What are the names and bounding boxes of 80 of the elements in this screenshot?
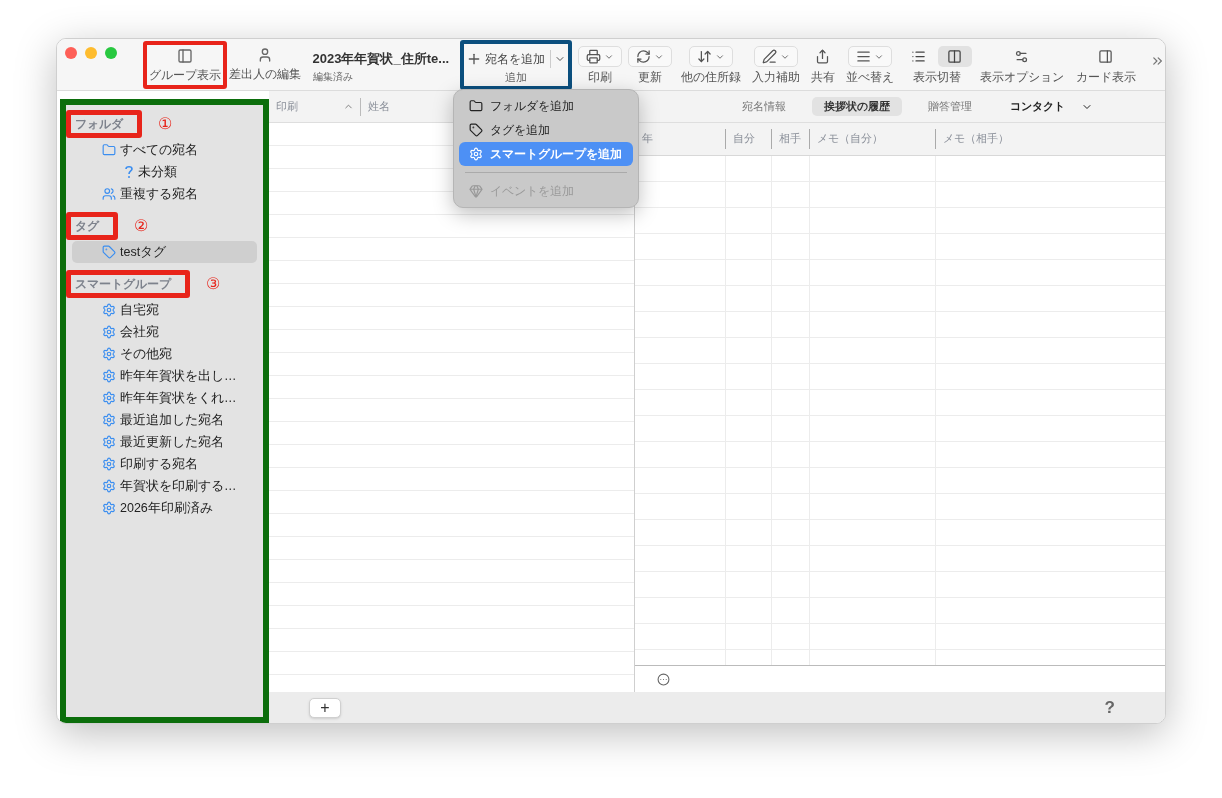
share-icon: [815, 49, 831, 64]
sidebar-item[interactable]: すべての宛名: [72, 139, 257, 161]
gear-icon: [102, 413, 116, 427]
tab[interactable]: 宛名情報: [730, 97, 798, 116]
tab[interactable]: 贈答管理: [916, 97, 984, 116]
folder-icon: [469, 99, 483, 113]
more-icon[interactable]: [657, 672, 670, 686]
toolbar-dropdown[interactable]: [753, 46, 798, 67]
section-header: スマートグループ: [75, 276, 171, 293]
sidebar-item[interactable]: 自宅宛: [72, 299, 257, 321]
toolbar-button[interactable]: 差出人の編集: [227, 39, 303, 83]
callout-number: ②: [134, 216, 148, 236]
sort-arrows-icon: [696, 49, 712, 64]
help-button[interactable]: ?: [1104, 694, 1115, 721]
options-icon: [1014, 49, 1030, 64]
toolbar-label: 更新: [637, 70, 662, 84]
toolbar-label: 共有: [810, 70, 835, 84]
sidebar-item[interactable]: その他宛: [72, 343, 257, 365]
toolbar-button[interactable]: グループ表示: [147, 45, 223, 85]
toolbar-dropdown[interactable]: [847, 46, 892, 67]
toolbar-dropdown[interactable]: [627, 46, 672, 67]
sidebar-item[interactable]: 最近追加した宛名: [72, 409, 257, 431]
toolbar-label: 印刷: [587, 70, 612, 84]
gear-icon: [469, 147, 483, 161]
menu-item[interactable]: フォルダを追加: [459, 94, 633, 118]
list-icon: [911, 49, 927, 64]
folder-icon: [102, 143, 116, 157]
gear-icon: [102, 347, 116, 361]
lines-icon: [855, 49, 871, 64]
tab[interactable]: 挨拶状の履歴: [812, 97, 902, 116]
sidebar-item[interactable]: 2026年印刷済み: [72, 497, 257, 519]
toolbar-caption: 追加: [504, 71, 527, 84]
toolbar-label: 並べ替え: [845, 70, 894, 84]
sidebar-item[interactable]: 会社宛: [72, 321, 257, 343]
gem-icon: [469, 184, 483, 198]
sidebar-item[interactable]: 昨年年賀状を出し…: [72, 365, 257, 387]
toolbar-dropdown[interactable]: [688, 46, 733, 67]
pen-icon: [761, 49, 777, 64]
gear-icon: [102, 303, 116, 317]
gear-icon: [102, 435, 116, 449]
callout-number: ③: [206, 274, 220, 294]
toolbar-label: 表示切替: [912, 70, 961, 84]
gear-icon: [102, 369, 116, 383]
section-header: フォルダ: [75, 116, 123, 133]
view-toggle-segment[interactable]: [937, 46, 972, 67]
question-icon: [124, 165, 134, 179]
callout-number: ①: [158, 114, 172, 134]
gear-icon: [102, 391, 116, 405]
gear-icon: [102, 457, 116, 471]
refresh-icon: [635, 49, 651, 64]
add-address-button[interactable]: 宛名を追加: [465, 48, 566, 70]
gear-icon: [102, 501, 116, 515]
columns-icon: [947, 49, 963, 64]
sidebar-item[interactable]: 未分類: [72, 161, 257, 183]
toolbar-dropdown[interactable]: [577, 46, 622, 67]
sidebar-item[interactable]: 昨年年賀状をくれ…: [72, 387, 257, 409]
people-icon: [102, 187, 116, 201]
window-title: 2023年年賀状_住所te...: [312, 50, 451, 68]
close-button[interactable]: [65, 47, 77, 59]
toolbar-label: カード表示: [1075, 70, 1136, 84]
printer-icon: [585, 49, 601, 64]
window-subtitle: 編集済み: [312, 69, 354, 84]
tag-icon: [102, 245, 116, 259]
toolbar-label: 入力補助: [751, 70, 800, 84]
sidebar-item[interactable]: 年賀状を印刷する…: [72, 475, 257, 497]
sidebar-icon: [177, 48, 193, 64]
toolbar-label: 表示オプション: [979, 70, 1064, 84]
gear-icon: [102, 479, 116, 493]
contact-dropdown[interactable]: コンタクト: [998, 97, 1105, 116]
sidebar-item[interactable]: 印刷する宛名: [72, 453, 257, 475]
tag-icon: [469, 123, 483, 137]
panel-icon: [1098, 49, 1114, 64]
sidebar-item[interactable]: testタグ: [72, 241, 257, 263]
sidebar-item[interactable]: 最近更新した宛名: [72, 431, 257, 453]
add-button[interactable]: +: [309, 697, 341, 718]
gear-icon: [102, 325, 116, 339]
sidebar-item[interactable]: 重複する宛名: [72, 183, 257, 205]
toolbar-label: 他の住所録: [680, 70, 741, 84]
menu-item[interactable]: タグを追加: [459, 118, 633, 142]
section-header: タグ: [75, 218, 99, 235]
